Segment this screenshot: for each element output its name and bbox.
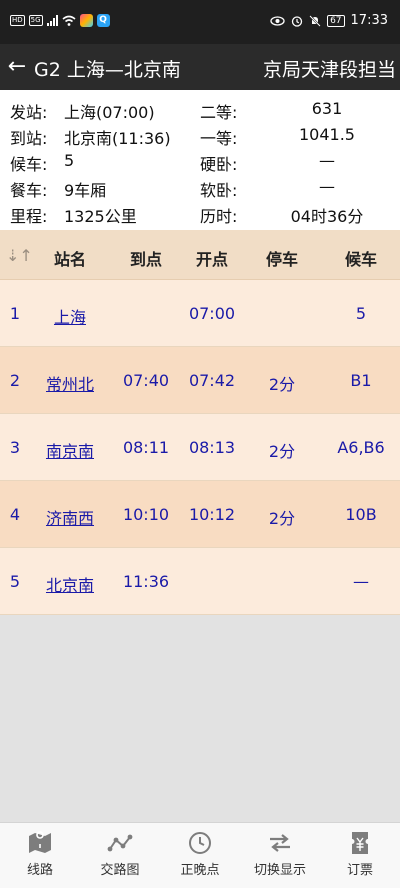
ticket-icon — [352, 832, 368, 854]
wifi-icon — [62, 15, 76, 26]
info-row: 餐车: 9车厢 软卧: — — [0, 174, 400, 200]
bottom-nav: 线路 交路图 正晚点 切换显示 订票 — [0, 822, 400, 888]
info-label: 一等: — [200, 129, 238, 148]
map-route-icon — [29, 831, 51, 853]
mute-icon — [309, 14, 321, 27]
status-right: 67 17:33 — [270, 13, 388, 28]
station-link[interactable]: 北京南 — [30, 572, 110, 596]
app-notification-icon — [79, 14, 93, 27]
row-number: 1 — [9, 304, 21, 323]
arrive-time: 11:36 — [122, 572, 170, 591]
nav-label: 交路图 — [100, 863, 140, 878]
station-link[interactable]: 上海 — [30, 304, 110, 328]
waiting-gate: A6,B6 — [337, 438, 385, 457]
row-number: 5 — [9, 572, 21, 591]
depart-time: 08:13 — [188, 438, 236, 457]
info-value: — — [319, 177, 335, 196]
row-number: 4 — [9, 505, 21, 524]
stop-duration: 2分 — [268, 375, 296, 394]
station-link[interactable]: 南京南 — [30, 438, 110, 462]
5g-badge: 5G — [28, 15, 43, 26]
title-bar: ← G2 上海—北京南 京局天津段担当 — [0, 44, 400, 90]
status-bar: HD 5G Q 67 17:33 — [0, 0, 400, 44]
table-row[interactable]: 1 上海 07:00 5 — [0, 280, 400, 347]
info-value: 北京南(11:36) — [64, 129, 171, 148]
route-graph-icon — [107, 834, 133, 852]
clock-time: 17:33 — [350, 13, 388, 28]
column-header-stop[interactable]: 停车 — [250, 246, 314, 270]
info-label: 硬卧: — [200, 155, 238, 174]
nav-label: 订票 — [346, 863, 373, 878]
stop-duration: 2分 — [268, 509, 296, 528]
nav-label: 正晚点 — [180, 863, 220, 878]
arrive-time: 10:10 — [122, 505, 170, 524]
info-value: 04时36分 — [290, 207, 364, 226]
station-link[interactable]: 常州北 — [30, 371, 110, 395]
nav-delay[interactable]: 正晚点 — [160, 823, 240, 888]
back-arrow-icon[interactable]: ← — [4, 52, 30, 82]
nav-ticket[interactable]: 订票 — [320, 823, 400, 888]
row-number: 2 — [9, 371, 21, 390]
table-row[interactable]: 5 北京南 11:36 — — [0, 548, 400, 615]
waiting-gate: 10B — [345, 505, 377, 524]
waiting-gate: B1 — [350, 371, 372, 390]
info-label: 餐车: — [10, 181, 48, 200]
table-row[interactable]: 4 济南西 10:10 10:12 2分 10B — [0, 481, 400, 548]
clock-icon — [189, 832, 211, 854]
table-row[interactable]: 3 南京南 08:11 08:13 2分 A6,B6 — [0, 414, 400, 481]
status-left: HD 5G Q — [10, 14, 110, 27]
info-value: 1325公里 — [64, 207, 137, 226]
station-link[interactable]: 济南西 — [30, 505, 110, 529]
waiting-gate: — — [353, 572, 369, 591]
info-row: 发站: 上海(07:00) 二等: 631 — [0, 96, 400, 122]
switch-arrows-icon — [270, 834, 290, 852]
info-value: 9车厢 — [64, 181, 107, 200]
train-info-panel: 发站: 上海(07:00) 二等: 631 到站: 北京南(11:36) 一等:… — [0, 90, 400, 230]
sort-icon[interactable]: ⇣↑ — [6, 246, 33, 265]
nav-route-graph[interactable]: 交路图 — [80, 823, 160, 888]
info-label: 软卧: — [200, 181, 238, 200]
table-row[interactable]: 2 常州北 07:40 07:42 2分 B1 — [0, 347, 400, 414]
info-value: 5 — [64, 151, 75, 170]
waiting-gate: 5 — [355, 304, 367, 323]
info-value: — — [319, 151, 335, 170]
info-value: 上海(07:00) — [64, 103, 155, 122]
arrive-time: 08:11 — [122, 438, 170, 457]
signal-icon — [46, 15, 58, 26]
empty-area — [0, 617, 400, 822]
alarm-icon — [291, 15, 303, 27]
column-header-arrive[interactable]: 到点 — [114, 246, 178, 270]
row-number: 3 — [9, 438, 21, 457]
nav-label: 切换显示 — [253, 863, 306, 878]
info-row: 到站: 北京南(11:36) 一等: 1041.5 — [0, 122, 400, 148]
info-label: 历时: — [200, 207, 238, 226]
column-header-depart[interactable]: 开点 — [180, 246, 244, 270]
nav-route[interactable]: 线路 — [0, 823, 80, 888]
depart-time: 07:42 — [188, 371, 236, 390]
depart-time: 07:00 — [188, 304, 236, 323]
search-app-icon: Q — [96, 14, 110, 27]
page-title: G2 上海—北京南 — [34, 59, 181, 81]
info-label: 二等: — [200, 103, 238, 122]
column-header-station[interactable]: 站名 — [30, 246, 110, 270]
column-header-gate[interactable]: 候车 — [322, 246, 400, 270]
info-row: 候车: 5 硬卧: — — [0, 148, 400, 174]
info-value: 631 — [311, 99, 343, 118]
battery-icon: 67 — [327, 14, 345, 27]
info-label: 到站: — [10, 129, 48, 148]
eye-icon — [270, 15, 285, 26]
info-row: 里程: 1325公里 历时: 04时36分 — [0, 200, 400, 226]
info-label: 里程: — [10, 207, 48, 226]
stop-duration: 2分 — [268, 442, 296, 461]
nav-switch-display[interactable]: 切换显示 — [240, 823, 320, 888]
timetable-header: ⇣↑ 站名 到点 开点 停车 候车 — [0, 230, 400, 280]
operator-subtitle: 京局天津段担当 — [262, 59, 396, 81]
hd-badge: HD — [10, 15, 25, 26]
depart-time: 10:12 — [188, 505, 236, 524]
arrive-time: 07:40 — [122, 371, 170, 390]
info-value: 1041.5 — [299, 125, 355, 144]
info-label: 候车: — [10, 155, 48, 174]
info-label: 发站: — [10, 103, 48, 122]
nav-label: 线路 — [26, 863, 53, 878]
